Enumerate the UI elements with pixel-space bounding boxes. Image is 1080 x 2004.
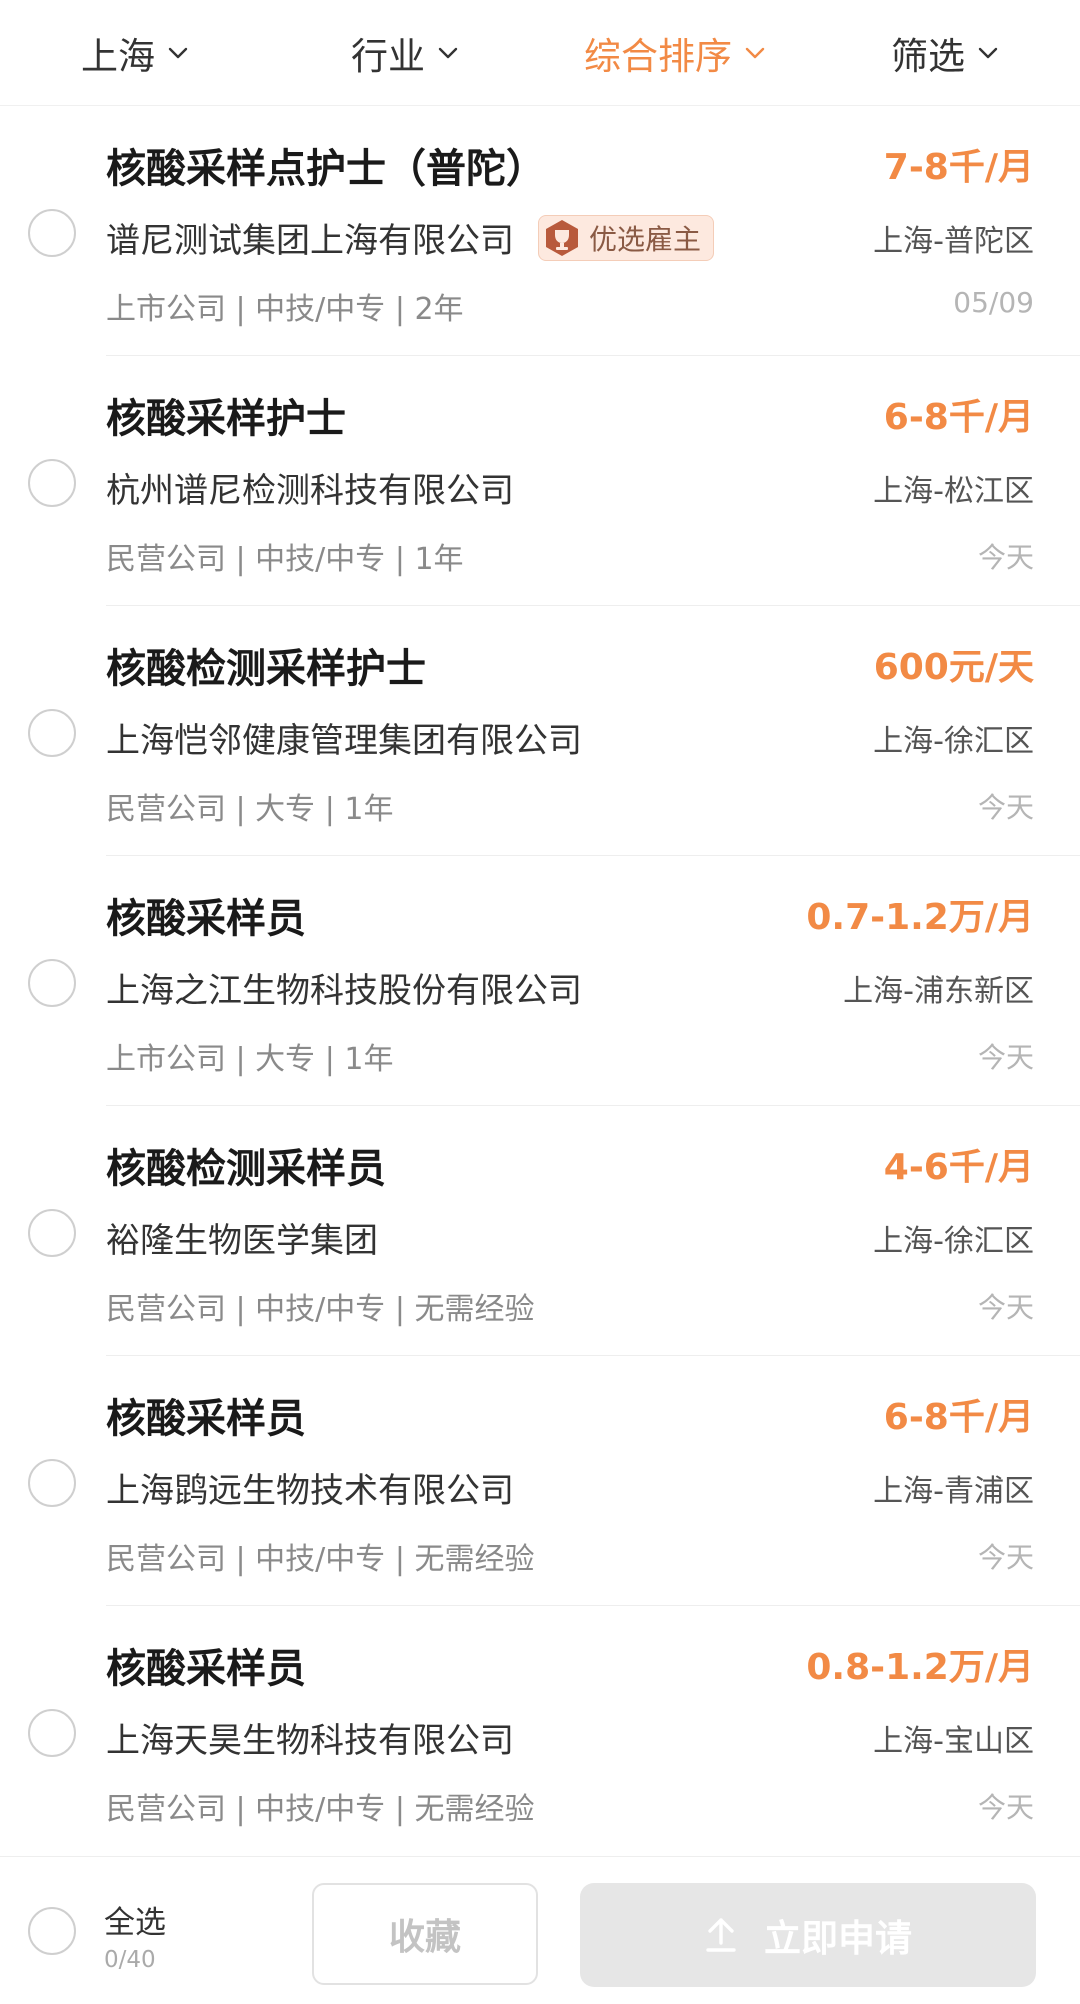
job-title: 核酸检测采样护士 (106, 646, 426, 692)
job-select-checkbox[interactable] (28, 209, 76, 257)
job-title: 核酸采样员 (106, 1646, 306, 1692)
job-row[interactable]: 核酸采样员 6-8千/月 上海鹍远生物技术有限公司 上海-青浦区 民营公司 | … (0, 1356, 1080, 1606)
job-location: 上海-徐汇区 (873, 1224, 1034, 1259)
job-meta: 上市公司 | 中技/中专 | 2年 (106, 292, 464, 327)
job-select-checkbox[interactable] (28, 1209, 76, 1257)
job-date: 今天 (977, 1291, 1034, 1324)
job-list: 核酸采样点护士（普陀） 7-8千/月 谱尼测试集团上海有限公司 优选雇主 上海-… (0, 106, 1080, 1856)
filter-city[interactable]: 上海 (0, 0, 270, 106)
trophy-icon (546, 219, 578, 256)
job-salary: 4-6千/月 (883, 1147, 1034, 1188)
job-select-checkbox[interactable] (28, 459, 76, 507)
job-location: 上海-徐汇区 (873, 724, 1034, 759)
job-location: 上海-宝山区 (873, 1724, 1034, 1759)
job-title: 核酸采样员 (106, 896, 306, 942)
apply-button-label: 立即申请 (764, 1917, 912, 1960)
preferred-employer-badge: 优选雇主 (538, 214, 715, 261)
collect-button-label: 收藏 (388, 1917, 461, 1958)
job-date: 今天 (977, 541, 1034, 574)
job-company-name: 上海恺邻健康管理集团有限公司 (106, 721, 582, 761)
job-company-name: 谱尼测试集团上海有限公司 (106, 221, 514, 261)
job-meta: 上市公司 | 大专 | 1年 (106, 1042, 394, 1077)
job-salary: 600元/天 (873, 647, 1034, 688)
filter-sort[interactable]: 综合排序 (540, 0, 810, 106)
apply-now-button[interactable]: 立即申请 (580, 1883, 1036, 1987)
upload-icon (706, 1918, 736, 1952)
filter-bar: 上海 行业 综合排序 筛选 (0, 0, 1080, 106)
job-location: 上海-青浦区 (873, 1474, 1034, 1509)
job-location: 上海-松江区 (873, 474, 1034, 509)
chevron-down-icon (978, 47, 998, 59)
chevron-down-icon (745, 47, 765, 59)
job-row[interactable]: 核酸采样点护士（普陀） 7-8千/月 谱尼测试集团上海有限公司 优选雇主 上海-… (0, 106, 1080, 356)
job-salary: 7-8千/月 (883, 147, 1034, 188)
filter-city-label: 上海 (81, 35, 155, 78)
job-company-name: 上海之江生物科技股份有限公司 (106, 971, 582, 1011)
job-meta: 民营公司 | 中技/中专 | 无需经验 (106, 1792, 535, 1827)
filter-industry[interactable]: 行业 (270, 0, 540, 106)
job-row[interactable]: 核酸检测采样员 4-6千/月 裕隆生物医学集团 上海-徐汇区 民营公司 | 中技… (0, 1106, 1080, 1356)
job-company: 上海鹍远生物技术有限公司 (106, 1463, 514, 1512)
filter-sort-label: 综合排序 (584, 35, 732, 78)
job-date: 今天 (977, 1791, 1034, 1824)
job-location: 上海-普陀区 (873, 224, 1034, 259)
job-row[interactable]: 核酸采样员 0.8-1.2万/月 上海天昊生物科技有限公司 上海-宝山区 民营公… (0, 1606, 1080, 1856)
select-all-checkbox[interactable] (28, 1907, 76, 1955)
job-company-name: 上海天昊生物科技有限公司 (106, 1721, 514, 1761)
job-salary: 6-8千/月 (883, 397, 1034, 438)
job-meta: 民营公司 | 大专 | 1年 (106, 792, 394, 827)
job-salary: 6-8千/月 (883, 1397, 1034, 1438)
job-company: 杭州谱尼检测科技有限公司 (106, 463, 514, 512)
chevron-down-icon (168, 47, 188, 59)
job-meta: 民营公司 | 中技/中专 | 1年 (106, 542, 464, 577)
filter-industry-label: 行业 (351, 35, 425, 78)
job-row[interactable]: 核酸检测采样护士 600元/天 上海恺邻健康管理集团有限公司 上海-徐汇区 民营… (0, 606, 1080, 856)
job-date: 今天 (977, 791, 1034, 824)
filter-screen-label: 筛选 (891, 35, 965, 78)
job-row[interactable]: 核酸采样护士 6-8千/月 杭州谱尼检测科技有限公司 上海-松江区 民营公司 |… (0, 356, 1080, 606)
job-company: 谱尼测试集团上海有限公司 优选雇主 (106, 213, 715, 262)
chevron-down-icon (438, 47, 458, 59)
job-title: 核酸采样点护士（普陀） (106, 146, 546, 192)
job-salary: 0.8-1.2万/月 (806, 1647, 1034, 1688)
badge-label: 优选雇主 (589, 222, 702, 256)
job-meta: 民营公司 | 中技/中专 | 无需经验 (106, 1542, 535, 1577)
bottom-action-bar: 全选 0/40 收藏 立即申请 (0, 1856, 1080, 2004)
job-date: 今天 (977, 1041, 1034, 1074)
job-row[interactable]: 核酸采样员 0.7-1.2万/月 上海之江生物科技股份有限公司 上海-浦东新区 … (0, 856, 1080, 1106)
job-select-checkbox[interactable] (28, 1459, 76, 1507)
job-title: 核酸检测采样员 (106, 1146, 386, 1192)
job-location: 上海-浦东新区 (843, 974, 1034, 1009)
job-company: 上海恺邻健康管理集团有限公司 (106, 713, 582, 762)
job-salary: 0.7-1.2万/月 (806, 897, 1034, 938)
collect-button[interactable]: 收藏 (312, 1883, 538, 1985)
job-company-name: 杭州谱尼检测科技有限公司 (106, 471, 514, 511)
job-select-checkbox[interactable] (28, 959, 76, 1007)
job-meta: 民营公司 | 中技/中专 | 无需经验 (106, 1292, 535, 1327)
job-date: 今天 (977, 1541, 1034, 1574)
select-all-label[interactable]: 全选 (104, 1897, 166, 1942)
job-company: 上海天昊生物科技有限公司 (106, 1713, 514, 1762)
job-company: 裕隆生物医学集团 (106, 1213, 378, 1262)
filter-screen[interactable]: 筛选 (810, 0, 1080, 106)
select-count: 0/40 (104, 1947, 156, 1973)
job-select-checkbox[interactable] (28, 709, 76, 757)
job-select-checkbox[interactable] (28, 1709, 76, 1757)
job-title: 核酸采样护士 (106, 396, 346, 442)
job-company: 上海之江生物科技股份有限公司 (106, 963, 582, 1012)
job-company-name: 上海鹍远生物技术有限公司 (106, 1471, 514, 1511)
job-date: 05/09 (953, 286, 1034, 319)
job-company-name: 裕隆生物医学集团 (106, 1221, 378, 1261)
job-title: 核酸采样员 (106, 1396, 306, 1442)
